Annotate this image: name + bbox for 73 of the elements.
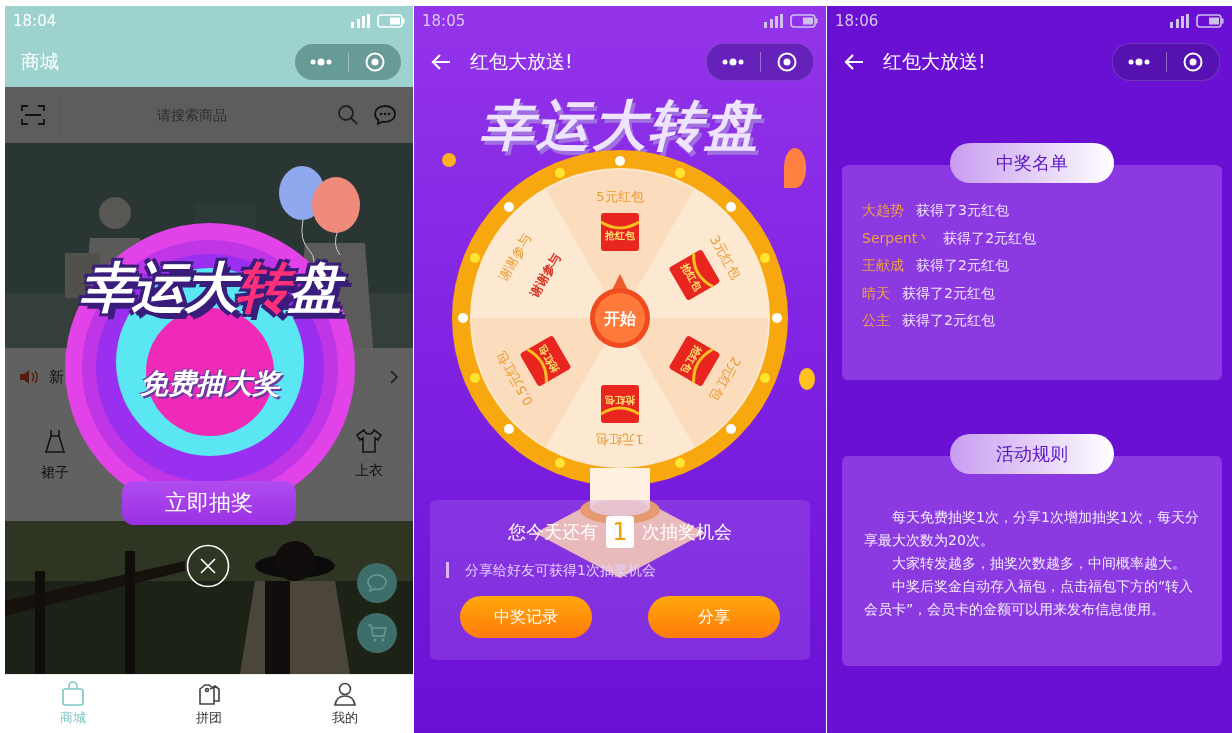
confetti-dot xyxy=(799,368,815,390)
more-icon xyxy=(1127,58,1152,66)
action-button[interactable]: 中奖记录 xyxy=(460,596,592,638)
status-time: 18:04 xyxy=(13,11,57,30)
battery-icon xyxy=(377,13,405,28)
section-heading: 活动规则 xyxy=(950,434,1114,474)
winner-prize: 获得了2元红包 xyxy=(916,256,1009,275)
envelope-label: 抢红包 xyxy=(679,261,704,293)
status-time: 18:05 xyxy=(422,12,466,30)
signal-icon xyxy=(349,13,371,28)
winner-name: 晴天 xyxy=(862,283,890,303)
page-title: 红包大放送! xyxy=(883,49,987,74)
action-button[interactable]: 分享 xyxy=(648,596,780,638)
envelope-label: 抢红包 xyxy=(605,395,635,406)
chevron-right-icon[interactable] xyxy=(389,369,399,386)
envelope-label: 抢红包 xyxy=(536,343,561,375)
confetti-drop xyxy=(784,148,806,188)
more-icon xyxy=(721,58,746,66)
target-icon xyxy=(776,52,797,72)
close-button[interactable] xyxy=(186,544,230,589)
page-title: 红包大放送! xyxy=(470,49,574,74)
chat-icon[interactable] xyxy=(373,104,397,127)
speaker-icon xyxy=(19,369,39,386)
category-item[interactable]: 上衣 xyxy=(355,406,383,522)
rule-paragraph: 中奖后奖金自动存入福包，点击福包下方的“转入会员卡”，会员卡的金额可以用来发布信息使用。 xyxy=(864,577,1195,619)
tag-icon xyxy=(196,681,222,708)
winner-prize: 获得了3元红包 xyxy=(916,201,1009,220)
more-icon xyxy=(309,57,334,66)
shirt-icon xyxy=(355,428,383,455)
winner-name: Serpent丶 xyxy=(862,228,932,248)
signal-icon xyxy=(762,14,784,28)
target-icon xyxy=(364,51,385,72)
battery-icon xyxy=(1196,14,1224,28)
prize-label: 2元红包 xyxy=(706,354,744,403)
winner-name: 王献成 xyxy=(862,256,904,275)
winner-prize: 获得了2元红包 xyxy=(943,228,1037,248)
page-title: 商城 xyxy=(21,48,60,74)
person-icon xyxy=(332,681,358,708)
signal-icon xyxy=(1168,14,1190,28)
tab-item[interactable]: 我的 xyxy=(277,675,413,733)
tab-item[interactable]: 商城 xyxy=(5,675,141,733)
winner-name: 大趋势 xyxy=(862,201,904,220)
scan-icon[interactable] xyxy=(21,104,45,127)
target-icon xyxy=(1182,52,1203,72)
chance-text: 次抽奖机会 xyxy=(641,520,732,544)
draw-now-button[interactable]: 立即抽奖 xyxy=(122,481,296,526)
winner-name: 公主 xyxy=(862,311,890,330)
battery-icon xyxy=(790,14,818,28)
prize-label: 1元红包 xyxy=(596,432,644,447)
winner-prize: 获得了2元红包 xyxy=(902,283,995,303)
chance-count: 1 xyxy=(606,516,634,548)
envelope-label: 抢红包 xyxy=(679,343,704,375)
notice-text: 新 xyxy=(49,367,64,386)
section-heading: 中奖名单 xyxy=(950,143,1114,183)
search-icon[interactable] xyxy=(337,104,359,127)
envelope-icon xyxy=(601,385,639,423)
wheel-title-art: 幸运大转盘 xyxy=(479,93,763,159)
prize-label: 0.5元红包 xyxy=(493,349,537,409)
chance-text: 您今天还有 xyxy=(508,520,599,544)
rule-paragraph: 每天免费抽奖1次，分享1次增加抽奖1次，每天分享最大次数为20次。 xyxy=(864,508,1200,550)
envelope-icon xyxy=(601,213,639,251)
prize-label: 3元红包 xyxy=(706,233,744,282)
status-time: 18:06 xyxy=(835,12,879,30)
chat-icon xyxy=(367,574,387,593)
envelope-label: 抢红包 xyxy=(605,230,635,241)
category-item[interactable]: 裙子 xyxy=(41,406,69,522)
prize-label: 5元红包 xyxy=(596,189,644,204)
bag-icon xyxy=(60,681,86,708)
confetti-dot xyxy=(442,153,456,167)
winner-prize: 获得了2元红包 xyxy=(902,311,995,330)
tab-item[interactable]: 拼团 xyxy=(141,675,277,733)
cart-icon xyxy=(367,624,387,643)
rule-paragraph: 大家转发越多，抽奖次数越多，中间概率越大。 xyxy=(891,554,1187,573)
